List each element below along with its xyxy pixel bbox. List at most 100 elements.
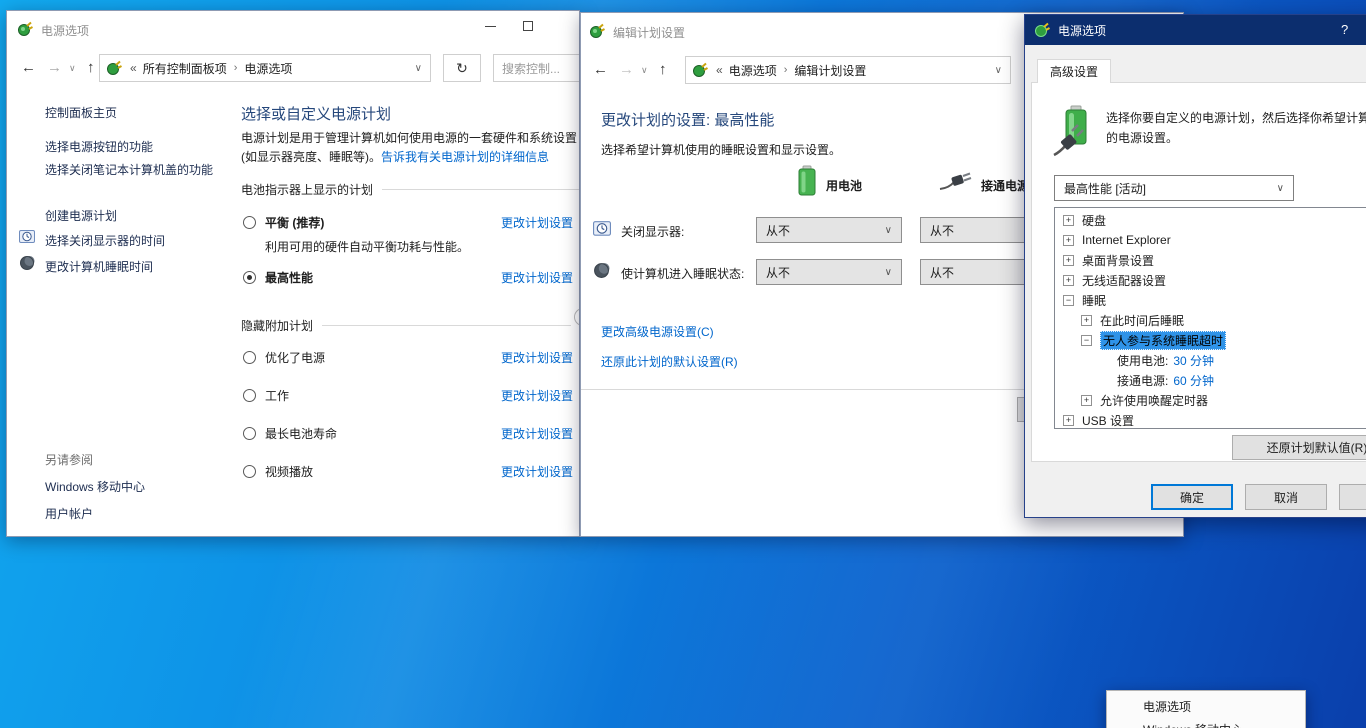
- breadcrumb-all-items[interactable]: 所有控制面板项: [143, 60, 227, 77]
- search-input[interactable]: 搜索控制...: [493, 54, 580, 82]
- advanced-power-settings-link[interactable]: 更改高级电源设置(C): [601, 323, 714, 340]
- restore-plan-defaults-button[interactable]: 还原计划默认值(R): [1232, 435, 1366, 460]
- tree-item-hard-disk[interactable]: +硬盘: [1063, 210, 1106, 230]
- sidebar-item-lid-close[interactable]: 选择关闭笔记本计算机盖的功能: [45, 162, 223, 179]
- collapse-icon[interactable]: −: [1081, 335, 1092, 346]
- breadcrumb[interactable]: « 所有控制面板项 › 电源选项 ∨: [99, 54, 431, 82]
- help-button[interactable]: ?: [1341, 22, 1348, 37]
- change-plan-link-video[interactable]: 更改计划设置: [501, 463, 573, 480]
- button-label: 确定: [1180, 489, 1204, 506]
- plan-high-label: 最高性能: [265, 269, 313, 286]
- tab-advanced-settings[interactable]: 高级设置: [1037, 59, 1111, 83]
- tree-item-sleep[interactable]: −睡眠: [1063, 290, 1106, 310]
- tree-label: 桌面背景设置: [1082, 252, 1154, 269]
- sidebar-item-create-plan[interactable]: 创建电源计划: [45, 207, 117, 224]
- column-plugged-in: 接通电源: [981, 177, 1029, 194]
- tree-item-wireless-adapter[interactable]: + 无线适配器设置: [1063, 270, 1166, 290]
- radio-video-playback[interactable]: [243, 465, 256, 478]
- crumb-sep-icon: ›: [784, 64, 788, 76]
- radio-high-performance[interactable]: [243, 271, 256, 284]
- tree-item-desktop-background[interactable]: + 桌面背景设置: [1063, 250, 1154, 270]
- sidebar-item-sleep-time[interactable]: 更改计算机睡眠时间: [45, 258, 153, 275]
- change-plan-link-battery[interactable]: 更改计划设置: [501, 425, 573, 442]
- expand-icon[interactable]: +: [1081, 315, 1092, 326]
- tree-label: USB 设置: [1082, 412, 1134, 429]
- refresh-button[interactable]: ↻: [443, 54, 481, 82]
- radio-balanced[interactable]: [243, 216, 256, 229]
- change-plan-link-work[interactable]: 更改计划设置: [501, 387, 573, 404]
- collapse-icon[interactable]: −: [1063, 295, 1074, 306]
- value-label: 使用电池:: [1117, 352, 1168, 369]
- page-title: 更改计划的设置: 最高性能: [601, 109, 774, 130]
- page-subtext: 选择希望计算机使用的睡眠设置和显示设置。: [601, 141, 841, 158]
- page-title: 选择或自定义电源计划: [241, 103, 391, 124]
- power-plug-icon: [106, 60, 122, 76]
- tree-label: 睡眠: [1082, 292, 1106, 309]
- menu-item-mobility-center[interactable]: Windows 移动中心: [1143, 721, 1243, 728]
- expand-icon[interactable]: +: [1063, 255, 1074, 266]
- up-icon[interactable]: ↑: [87, 59, 95, 76]
- tree-label: 在此时间后睡眠: [1100, 312, 1184, 329]
- change-plan-link-balanced[interactable]: 更改计划设置: [501, 214, 573, 231]
- restore-defaults-link[interactable]: 还原此计划的默认设置(R): [601, 353, 738, 370]
- breadcrumb-power-options[interactable]: 电源选项: [729, 62, 777, 79]
- desktop: 电源选项 ← → ∨ ↑ « 所有控制面板项 › 电源选项 ∨ ↻: [0, 0, 1366, 728]
- forward-icon[interactable]: →: [619, 61, 634, 78]
- back-icon[interactable]: ←: [593, 61, 608, 78]
- breadcrumb-dropdown-icon[interactable]: ∨: [415, 63, 422, 74]
- tree-value-on-battery[interactable]: 使用电池: 30 分钟: [1117, 350, 1214, 370]
- tree-label: 无线适配器设置: [1082, 272, 1166, 289]
- sidebar-item-display-off-time[interactable]: 选择关闭显示器的时间: [45, 232, 165, 249]
- tree-item-wake-timers[interactable]: +允许使用唤醒定时器: [1081, 390, 1208, 410]
- sleep-battery-select[interactable]: 从不 ∨: [756, 259, 902, 285]
- radio-work[interactable]: [243, 389, 256, 402]
- ok-button[interactable]: 确定: [1151, 484, 1233, 510]
- sidebar-item-power-buttons[interactable]: 选择电源按钮的功能: [45, 138, 153, 155]
- see-also-label: 另请参阅: [45, 451, 93, 468]
- expand-icon[interactable]: +: [1081, 395, 1092, 406]
- up-icon[interactable]: ↑: [659, 61, 667, 78]
- display-off-battery-select[interactable]: 从不 ∨: [756, 217, 902, 243]
- minimize-button[interactable]: [471, 11, 509, 41]
- chevron-down-icon: ∨: [885, 267, 892, 278]
- tree-item-internet-explorer[interactable]: +Internet Explorer: [1063, 230, 1171, 250]
- breadcrumb-edit-plan[interactable]: 编辑计划设置: [794, 62, 866, 79]
- expand-icon[interactable]: +: [1063, 275, 1074, 286]
- maximize-button[interactable]: [509, 11, 547, 41]
- plan-info-link[interactable]: 告诉我有关电源计划的详细信息: [381, 150, 549, 164]
- radio-power-optimized[interactable]: [243, 351, 256, 364]
- expand-icon[interactable]: +: [1063, 235, 1074, 246]
- history-dropdown-icon[interactable]: ∨: [641, 65, 648, 76]
- back-icon[interactable]: ←: [21, 59, 36, 76]
- sidebar-item-mobility-center[interactable]: Windows 移动中心: [45, 478, 145, 495]
- breadcrumb[interactable]: « 电源选项 › 编辑计划设置 ∨: [685, 56, 1011, 84]
- sidebar-item-user-accounts[interactable]: 用户帐户: [45, 505, 93, 522]
- selected-plan: 最高性能 [活动]: [1064, 180, 1146, 197]
- row-display-off-label: 关闭显示器:: [621, 223, 684, 240]
- breadcrumb-power-options[interactable]: 电源选项: [244, 60, 292, 77]
- sidebar-item-home[interactable]: 控制面板主页: [45, 104, 117, 121]
- tree-value-plugged-in[interactable]: 接通电源:60 分钟: [1117, 370, 1214, 390]
- value-link[interactable]: 30 分钟: [1173, 352, 1214, 369]
- radio-max-battery[interactable]: [243, 427, 256, 440]
- window-power-options: 电源选项 ← → ∨ ↑ « 所有控制面板项 › 电源选项 ∨ ↻: [6, 10, 580, 537]
- plan-select[interactable]: 最高性能 [活动] ∨: [1054, 175, 1294, 201]
- apply-button[interactable]: 应用: [1339, 484, 1366, 510]
- menu-item-power-options[interactable]: 电源选项: [1143, 698, 1191, 715]
- power-plug-icon: [1034, 22, 1050, 38]
- change-plan-link-optimized[interactable]: 更改计划设置: [501, 349, 573, 366]
- forward-icon[interactable]: →: [47, 59, 62, 76]
- value-link[interactable]: 60 分钟: [1173, 372, 1214, 389]
- tree-item-usb-settings[interactable]: + USB 设置: [1063, 410, 1134, 429]
- breadcrumb-dropdown-icon[interactable]: ∨: [995, 65, 1002, 76]
- tree-item-unattended-sleep-timeout[interactable]: −无人参与系统睡眠超时: [1081, 330, 1226, 350]
- expand-icon[interactable]: +: [1063, 215, 1074, 226]
- expand-icon[interactable]: +: [1063, 415, 1074, 426]
- change-plan-link-high[interactable]: 更改计划设置: [501, 269, 573, 286]
- crumb-root-icon: «: [716, 63, 723, 77]
- sleep-moon-icon: [19, 255, 35, 271]
- history-dropdown-icon[interactable]: ∨: [69, 63, 76, 74]
- tab-label: 高级设置: [1050, 63, 1098, 80]
- cancel-button[interactable]: 取消: [1245, 484, 1327, 510]
- tree-item-sleep-after[interactable]: + 在此时间后睡眠: [1081, 310, 1184, 330]
